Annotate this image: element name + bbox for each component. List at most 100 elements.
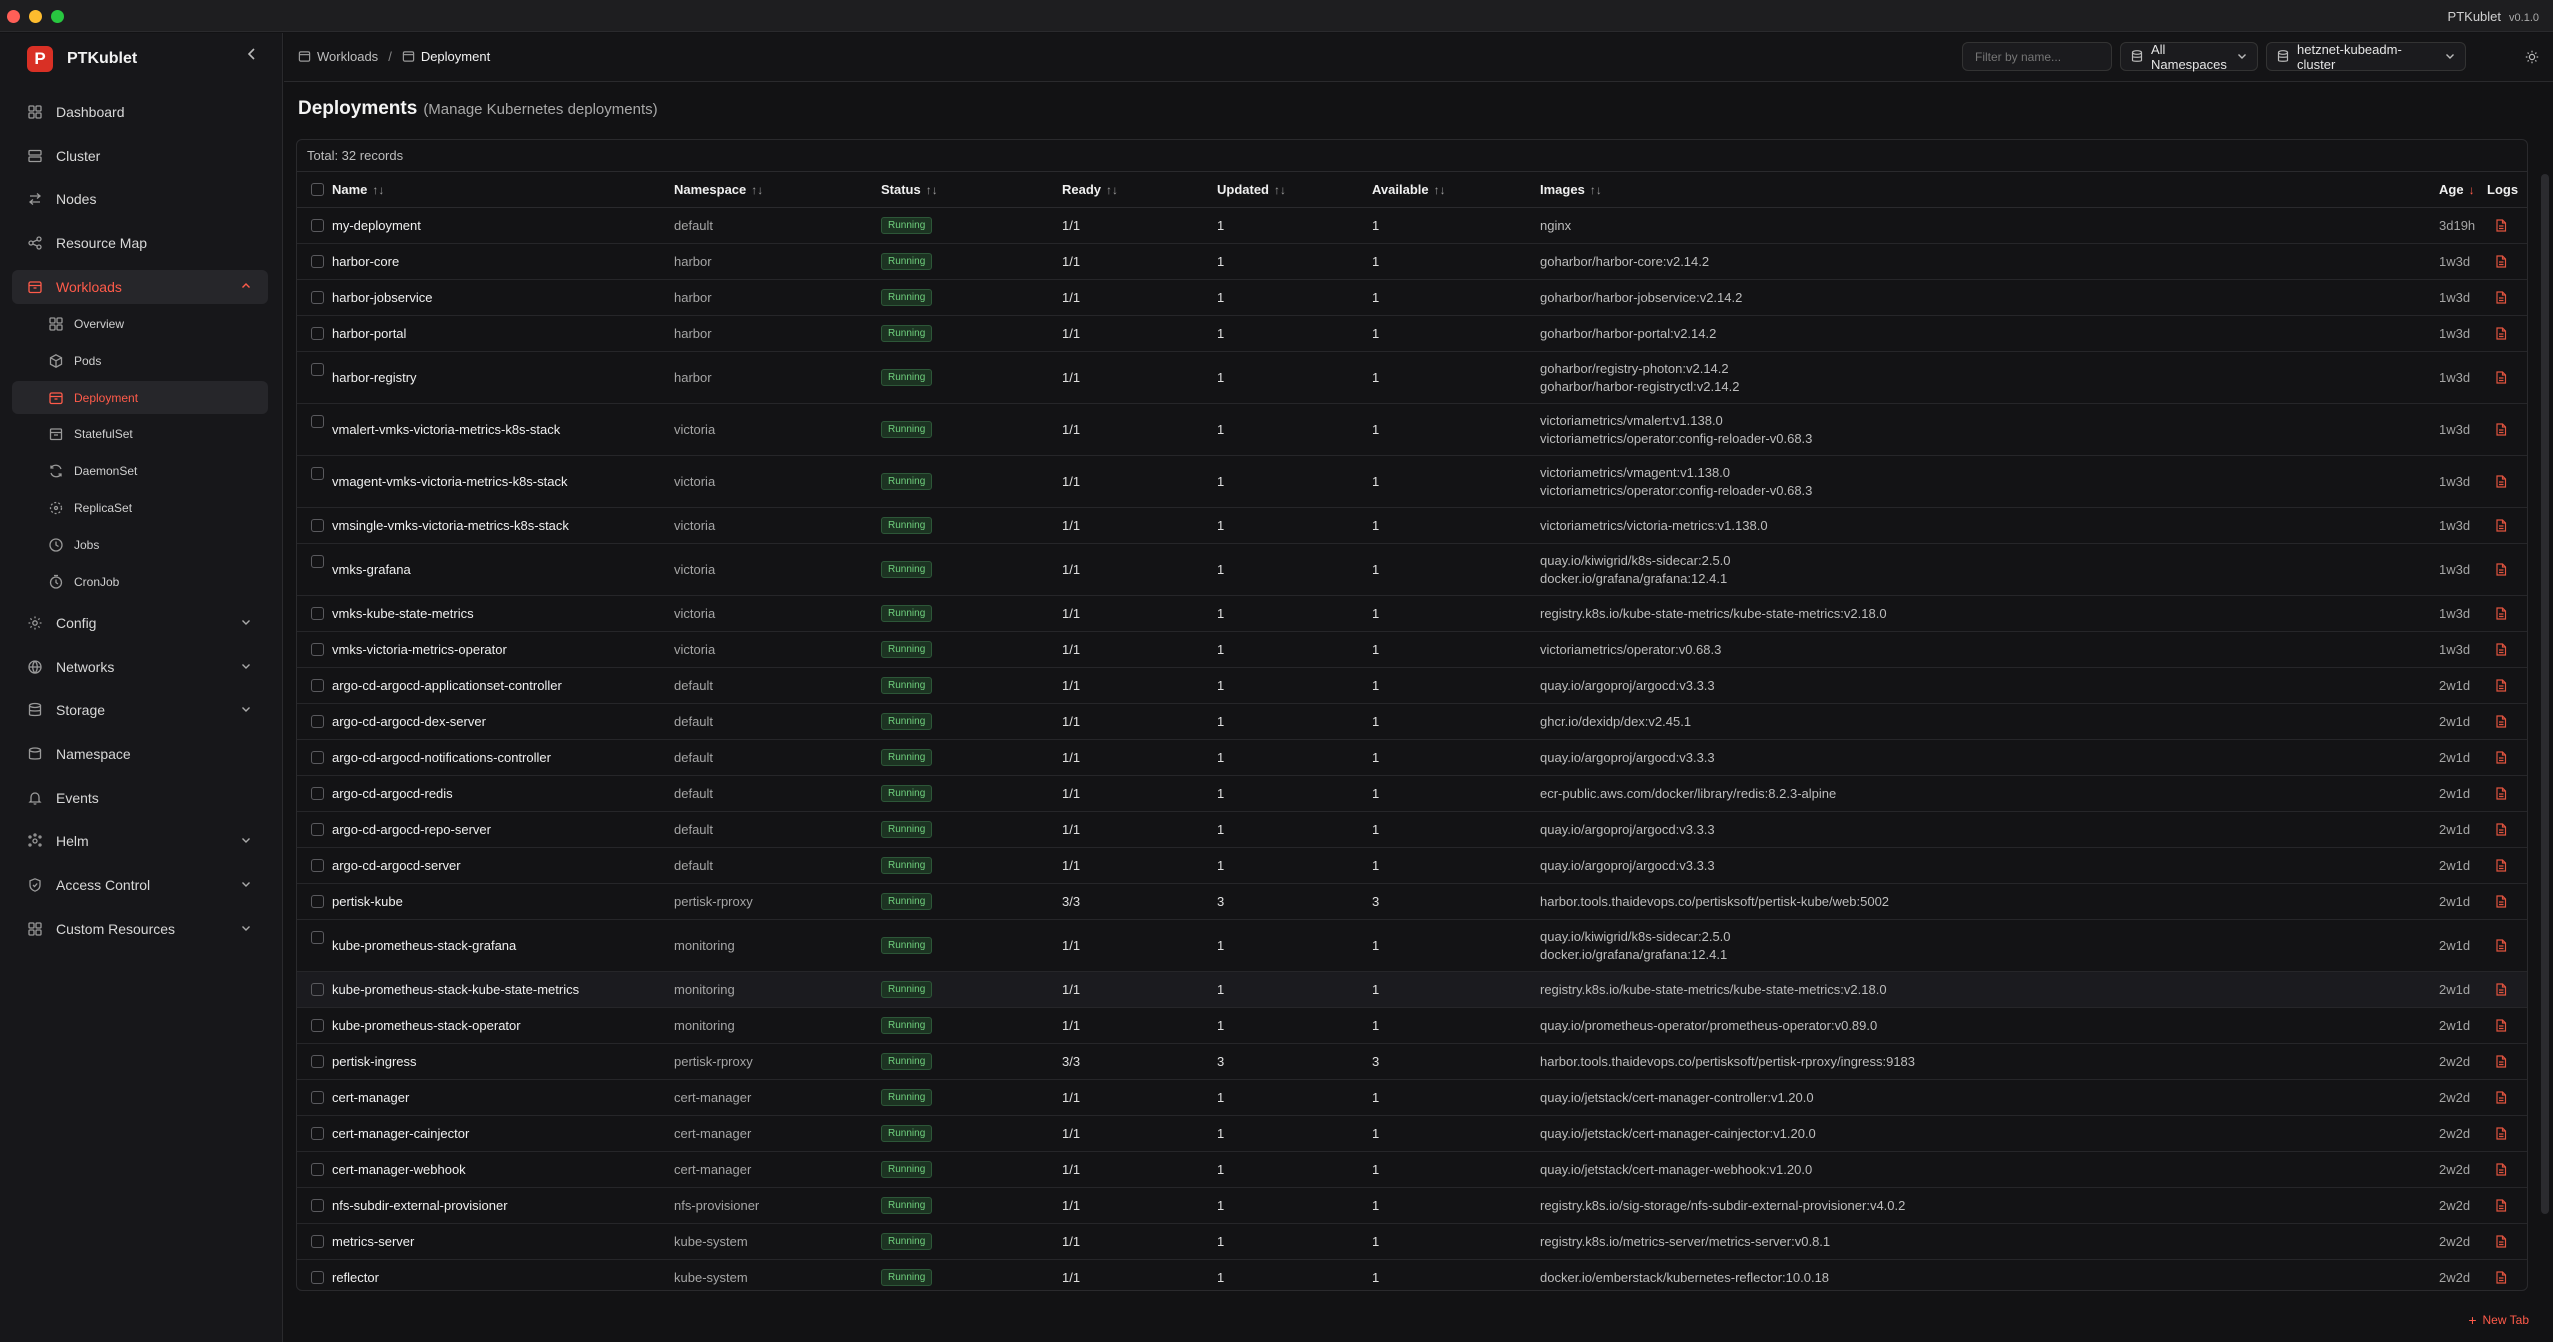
sidebar-item-cluster[interactable]: Cluster xyxy=(12,139,268,173)
row-checkbox[interactable] xyxy=(311,607,324,620)
column-header-ready[interactable]: Ready ↑↓ xyxy=(1062,172,1118,208)
name-cell[interactable]: kube-prometheus-stack-kube-state-metrics xyxy=(332,982,579,997)
column-header-name[interactable]: Name ↑↓ xyxy=(332,172,384,208)
name-cell[interactable]: cert-manager-webhook xyxy=(332,1162,466,1177)
table-row[interactable]: my-deployment default Running 1/1 1 1 nginx 3d1… xyxy=(297,208,2527,244)
row-checkbox[interactable] xyxy=(311,679,324,692)
name-cell[interactable]: vmalert-vmks-victoria-metrics-k8s-stack xyxy=(332,422,560,437)
theme-toggle-button[interactable] xyxy=(2522,47,2542,67)
column-header-status[interactable]: Status ↑↓ xyxy=(881,172,938,208)
logs-file-icon[interactable] xyxy=(2495,1019,2507,1032)
sidebar-item-helm[interactable]: Helm xyxy=(12,824,268,858)
name-cell[interactable]: kube-prometheus-stack-operator xyxy=(332,1018,521,1033)
column-header-available[interactable]: Available ↑↓ xyxy=(1372,172,1446,208)
name-cell[interactable]: metrics-server xyxy=(332,1234,414,1249)
row-checkbox[interactable] xyxy=(311,859,324,872)
name-cell[interactable]: pertisk-kube xyxy=(332,894,403,909)
logs-file-icon[interactable] xyxy=(2495,371,2507,384)
name-cell[interactable]: cert-manager xyxy=(332,1090,409,1105)
name-cell[interactable]: argo-cd-argocd-server xyxy=(332,858,461,873)
logs-file-icon[interactable] xyxy=(2495,563,2507,576)
logs-file-icon[interactable] xyxy=(2495,519,2507,532)
row-checkbox[interactable] xyxy=(311,715,324,728)
collapse-sidebar-button[interactable] xyxy=(242,47,262,67)
table-row[interactable]: nfs-subdir-external-provisioner nfs-provi… xyxy=(297,1188,2527,1224)
name-cell[interactable]: vmsingle-vmks-victoria-metrics-k8s-stack xyxy=(332,518,569,533)
row-checkbox[interactable] xyxy=(311,1055,324,1068)
table-row[interactable]: vmagent-vmks-victoria-metrics-k8s-stack v… xyxy=(297,456,2527,508)
column-header-images[interactable]: Images ↑↓ xyxy=(1540,172,1602,208)
logs-file-icon[interactable] xyxy=(2495,1127,2507,1140)
name-cell[interactable]: kube-prometheus-stack-grafana xyxy=(332,938,516,953)
logs-file-icon[interactable] xyxy=(2495,1055,2507,1068)
select-all-checkbox[interactable] xyxy=(311,183,324,196)
sidebar-subitem-jobs[interactable]: Jobs xyxy=(12,528,268,561)
table-row[interactable]: kube-prometheus-stack-grafana monitoring R… xyxy=(297,920,2527,972)
namespace-select[interactable]: All Namespaces xyxy=(2120,42,2258,72)
breadcrumb-workloads[interactable]: Workloads xyxy=(317,49,378,64)
sidebar-item-resource-map[interactable]: Resource Map xyxy=(12,226,268,260)
row-checkbox[interactable] xyxy=(311,823,324,836)
name-cell[interactable]: nfs-subdir-external-provisioner xyxy=(332,1198,508,1213)
row-checkbox[interactable] xyxy=(311,555,324,568)
name-cell[interactable]: argo-cd-argocd-redis xyxy=(332,786,453,801)
name-cell[interactable]: vmks-victoria-metrics-operator xyxy=(332,642,507,657)
table-row[interactable]: cert-manager cert-manager Running 1/1 1 1 quay… xyxy=(297,1080,2527,1116)
name-cell[interactable]: my-deployment xyxy=(332,218,421,233)
row-checkbox[interactable] xyxy=(311,255,324,268)
vertical-scrollbar[interactable] xyxy=(2541,174,2549,1214)
logs-file-icon[interactable] xyxy=(2495,1163,2507,1176)
column-header-age[interactable]: Age ↓ xyxy=(2439,172,2475,208)
sidebar-subitem-pods[interactable]: Pods xyxy=(12,344,268,377)
row-checkbox[interactable] xyxy=(311,219,324,232)
row-checkbox[interactable] xyxy=(311,983,324,996)
table-row[interactable]: harbor-registry harbor Running 1/1 1 1 goharbo… xyxy=(297,352,2527,404)
sidebar-item-storage[interactable]: Storage xyxy=(12,693,268,727)
logs-file-icon[interactable] xyxy=(2495,255,2507,268)
logs-file-icon[interactable] xyxy=(2495,751,2507,764)
logs-file-icon[interactable] xyxy=(2495,1091,2507,1104)
brand[interactable]: P PTKublet xyxy=(27,46,137,72)
maximize-window-button[interactable] xyxy=(51,10,64,23)
logs-file-icon[interactable] xyxy=(2495,823,2507,836)
row-checkbox[interactable] xyxy=(311,931,324,944)
table-row[interactable]: cert-manager-cainjector cert-manager Runni… xyxy=(297,1116,2527,1152)
logs-file-icon[interactable] xyxy=(2495,715,2507,728)
logs-file-icon[interactable] xyxy=(2495,327,2507,340)
sidebar-subitem-deployment[interactable]: Deployment xyxy=(12,381,268,415)
table-row[interactable]: vmks-kube-state-metrics victoria Running 1/… xyxy=(297,596,2527,632)
row-checkbox[interactable] xyxy=(311,895,324,908)
name-cell[interactable]: harbor-portal xyxy=(332,326,406,341)
sidebar-item-networks[interactable]: Networks xyxy=(12,650,268,684)
sidebar-subitem-daemonset[interactable]: DaemonSet xyxy=(12,455,268,488)
logs-file-icon[interactable] xyxy=(2495,475,2507,488)
logs-file-icon[interactable] xyxy=(2495,787,2507,800)
logs-file-icon[interactable] xyxy=(2495,1271,2507,1284)
table-row[interactable]: reflector kube-system Running 1/1 1 1 docker.i… xyxy=(297,1260,2527,1290)
name-cell[interactable]: vmagent-vmks-victoria-metrics-k8s-stack xyxy=(332,474,567,489)
column-header-namespace[interactable]: Namespace ↑↓ xyxy=(674,172,763,208)
table-row[interactable]: metrics-server kube-system Running 1/1 1 1 reg… xyxy=(297,1224,2527,1260)
sidebar-item-workloads[interactable]: Workloads xyxy=(12,269,268,304)
table-row[interactable]: harbor-jobservice harbor Running 1/1 1 1 gohar… xyxy=(297,280,2527,316)
row-checkbox[interactable] xyxy=(311,467,324,480)
logs-file-icon[interactable] xyxy=(2495,1235,2507,1248)
table-row[interactable]: vmsingle-vmks-victoria-metrics-k8s-stack… xyxy=(297,508,2527,544)
table-row[interactable]: harbor-portal harbor Running 1/1 1 1 goharbor/… xyxy=(297,316,2527,352)
sidebar-item-nodes[interactable]: Nodes xyxy=(12,182,268,216)
table-row[interactable]: argo-cd-argocd-repo-server default Running… xyxy=(297,812,2527,848)
sidebar-item-config[interactable]: Config xyxy=(12,606,268,640)
name-cell[interactable]: cert-manager-cainjector xyxy=(332,1126,469,1141)
sidebar-item-custom-resources[interactable]: Custom Resources xyxy=(12,912,268,946)
name-cell[interactable]: pertisk-ingress xyxy=(332,1054,417,1069)
row-checkbox[interactable] xyxy=(311,751,324,764)
name-cell[interactable]: argo-cd-argocd-repo-server xyxy=(332,822,491,837)
name-cell[interactable]: reflector xyxy=(332,1270,379,1285)
table-row[interactable]: argo-cd-argocd-redis default Running 1/1 1 1 e… xyxy=(297,776,2527,812)
name-cell[interactable]: harbor-registry xyxy=(332,370,417,385)
name-cell[interactable]: vmks-kube-state-metrics xyxy=(332,606,474,621)
name-cell[interactable]: harbor-jobservice xyxy=(332,290,432,305)
row-checkbox[interactable] xyxy=(311,643,324,656)
logs-file-icon[interactable] xyxy=(2495,643,2507,656)
sidebar-item-namespace[interactable]: Namespace xyxy=(12,737,268,771)
